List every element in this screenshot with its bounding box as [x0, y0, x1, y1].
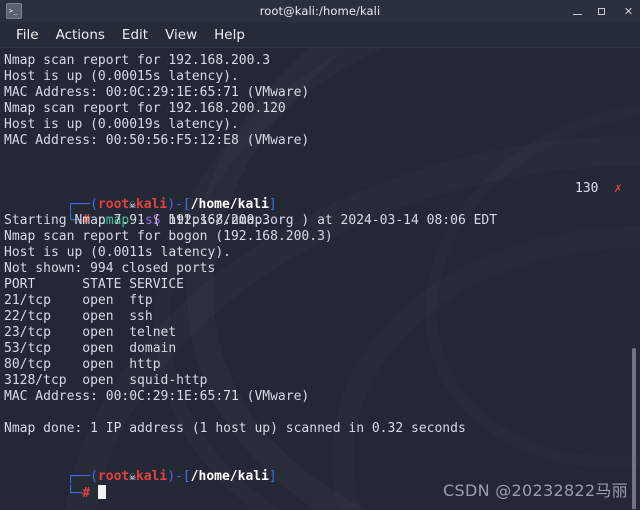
terminal-line: Host is up (0.0011s latency). [4, 245, 231, 260]
port-table-row: 80/tcp open http [4, 357, 161, 372]
prompt-sigil: # [82, 486, 91, 501]
exit-status-mark: ✗ [614, 181, 622, 196]
port-table-row: 21/tcp open ftp [4, 293, 153, 308]
terminal-line: MAC Address: 00:50:56:F5:12:E8 (VMware) [4, 133, 310, 148]
terminal-line: Host is up (0.00015s latency). [4, 69, 239, 84]
port-table-header: PORT STATE SERVICE [4, 277, 185, 292]
port-table-row: 53/tcp open domain [4, 341, 177, 356]
terminal-line: Nmap scan report for 192.168.200.3 [4, 53, 271, 68]
exit-status-code: 130 [575, 181, 599, 196]
prompt-user: root [97, 197, 130, 212]
scrollbar-thumb[interactable] [632, 348, 636, 509]
terminal-window: >_ root@kali:/home/kali ✕ File Actions E… [0, 0, 640, 510]
exit-status-badge: 130 ✗ [575, 181, 622, 197]
prompt-close-paren: ) [167, 197, 176, 212]
prompt-close-bracket: ] [268, 469, 277, 484]
terminal-line: Not shown: 994 closed ports [4, 261, 216, 276]
prompt-path: /home/kali [190, 469, 269, 484]
terminal-line: Nmap scan report for bogon (192.168.200.… [4, 229, 333, 244]
watermark: CSDN @20232822马丽 [443, 481, 628, 500]
terminal-line: MAC Address: 00:0C:29:1E:65:71 (VMware) [4, 85, 310, 100]
port-table-row: 23/tcp open telnet [4, 325, 177, 340]
terminal-icon-glyph: >_ [8, 6, 18, 15]
terminal-icon: >_ [6, 3, 22, 19]
terminal-line: Nmap scan report for 192.168.200.120 [4, 101, 286, 116]
menu-item-view[interactable]: View [157, 25, 206, 45]
title-bar: >_ root@kali:/home/kali ✕ [0, 0, 640, 22]
prompt-host: kali [135, 197, 168, 212]
window-title: root@kali:/home/kali [259, 4, 381, 18]
terminal-output: Nmap scan report for 192.168.200.3 Host … [0, 48, 640, 501]
prompt-user: root [97, 469, 130, 484]
prompt-open-bracket: [ [182, 469, 191, 484]
prompt-open-paren: ( [90, 197, 98, 212]
window-controls: ✕ [573, 0, 634, 22]
terminal-line: Starting Nmap 7.91 ( https://nmap.org ) … [4, 213, 498, 228]
minimize-button[interactable] [573, 8, 584, 15]
menu-item-file[interactable]: File [8, 25, 48, 45]
terminal-line: Host is up (0.00019s latency). [4, 117, 239, 132]
menu-item-edit[interactable]: Edit [114, 25, 157, 45]
port-table-row: 3128/tcp open squid-http [4, 373, 208, 388]
shell-prompt-line: ┌──(root☠kali)-[/home/kali] 130 ✗ [4, 181, 640, 212]
text-cursor [97, 485, 106, 499]
terminal-line: MAC Address: 00:0C:29:1E:65:71 (VMware) [4, 389, 310, 404]
port-table-row: 22/tcp open ssh [4, 309, 153, 324]
prompt-open-paren: ( [90, 469, 98, 484]
skull-icon: ☠ [129, 198, 136, 211]
shell-prompt-line-active: ┌──(root☠kali)-[/home/kali] [4, 453, 640, 484]
command-spacer [90, 486, 98, 501]
close-button[interactable]: ✕ [623, 6, 634, 17]
prompt-box-bottom: └─ [66, 486, 83, 501]
terminal-line: Nmap done: 1 IP address (1 host up) scan… [4, 421, 466, 436]
prompt-box-top: ┌── [66, 197, 91, 212]
prompt-path: /home/kali [190, 197, 269, 212]
prompt-box-top: ┌── [66, 469, 91, 484]
menu-item-actions[interactable]: Actions [48, 25, 114, 45]
prompt-close-paren: ) [167, 469, 176, 484]
terminal-screen[interactable]: Nmap scan report for 192.168.200.3 Host … [0, 48, 640, 509]
menu-item-help[interactable]: Help [206, 25, 254, 45]
maximize-button[interactable] [598, 7, 609, 15]
prompt-open-bracket: [ [182, 197, 191, 212]
prompt-dash: - [175, 469, 183, 484]
skull-icon: ☠ [129, 470, 136, 483]
minimize-icon [573, 13, 582, 15]
maximize-icon [598, 7, 605, 15]
menu-bar: File Actions Edit View Help [0, 22, 640, 48]
scrollbar[interactable] [630, 48, 640, 509]
prompt-close-bracket: ] [268, 197, 277, 212]
prompt-dash: - [175, 197, 183, 212]
prompt-host: kali [135, 469, 168, 484]
exit-status-spacer [599, 181, 615, 196]
